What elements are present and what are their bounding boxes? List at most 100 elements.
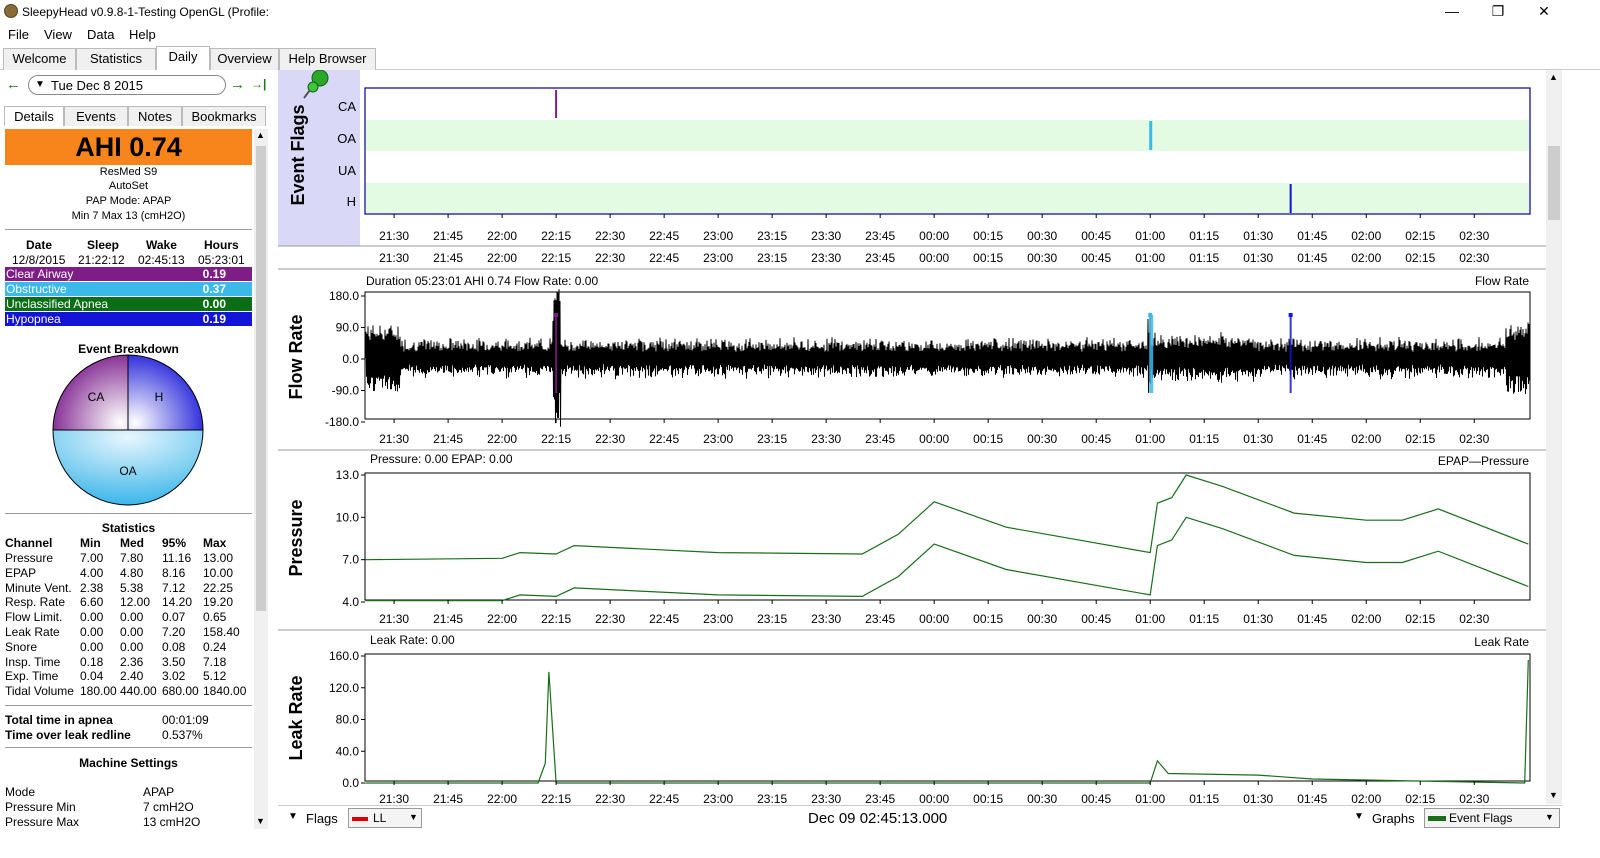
tab-statistics[interactable]: Statistics — [76, 48, 156, 70]
stats-cell: 4.80 — [120, 565, 144, 580]
tab-overview[interactable]: Overview — [210, 48, 279, 70]
stats-cell: 5.38 — [120, 580, 144, 595]
flow-event-cap — [554, 313, 559, 317]
stats-cell: 180.00 — [80, 684, 117, 699]
cursor-timestamp: Dec 09 02:45:13.000 — [808, 810, 948, 827]
time-tick-label: 02:15 — [1405, 229, 1435, 243]
stats-cell: 8.16 — [162, 565, 186, 580]
subtab-events[interactable]: Events — [64, 106, 128, 126]
flag-row-ua: UA — [338, 163, 356, 178]
stats-cell: 5.12 — [203, 669, 227, 684]
time-tick-label: 22:15 — [541, 612, 571, 626]
time-tick-label: 00:45 — [1081, 229, 1111, 243]
line-cursor-select[interactable]: LL ▼ — [348, 808, 422, 828]
flow-event-mark — [1289, 315, 1292, 393]
event-index-row[interactable]: Unclassified Apnea 0.00 — [5, 297, 252, 311]
time-tick-label: 23:30 — [811, 229, 841, 243]
minimize-button[interactable]: — — [1432, 1, 1472, 21]
event-flags-select[interactable]: Event Flags ▼ — [1424, 808, 1560, 828]
flags-time-axis-2: 21:30 21:45 22:00 22:15 22:30 22:45 23:00 23:15… — [379, 251, 1490, 265]
bottom-toolbar: ▼ Flags LL ▼ Dec 09 02:45:13.000 ▼ Graph… — [278, 805, 1562, 831]
session-sleep: 21:22:12 — [78, 253, 125, 267]
date-picker[interactable]: ▼ Tue Dec 8 2015 — [28, 75, 226, 95]
chevron-down-icon: ▼ — [1545, 812, 1554, 822]
time-tick-label: 01:15 — [1189, 229, 1219, 243]
setting-pmax-value: 13 cmH2O — [143, 815, 201, 829]
subtab-details[interactable]: Details — [4, 106, 64, 126]
stats-channel: Resp. Rate — [5, 595, 66, 610]
flags-dropdown-icon[interactable]: ▼ — [288, 811, 298, 822]
stats-cell: 7.00 — [80, 551, 104, 565]
graphs-dropdown-icon[interactable]: ▼ — [1354, 811, 1364, 822]
stats-cell: 7.18 — [203, 654, 227, 669]
flow-event-mark — [1149, 315, 1154, 393]
stats-channel: Tidal Volume — [5, 684, 74, 699]
stats-cell: 0.04 — [80, 669, 104, 684]
stats-cell: 6.60 — [80, 595, 104, 610]
close-button[interactable]: ✕ — [1524, 1, 1564, 21]
flags-button[interactable]: Flags — [306, 811, 338, 826]
flag-mark-ca[interactable] — [555, 90, 558, 118]
time-tick-label: 01:30 — [1243, 432, 1273, 446]
time-tick-label: 23:45 — [865, 612, 895, 626]
graphs-scroll-thumb[interactable] — [1548, 146, 1560, 220]
stats-cell: 14.20 — [162, 595, 193, 610]
setting-pmin-label: Pressure Min — [5, 800, 76, 814]
tab-help-browser[interactable]: Help Browser — [279, 48, 376, 70]
divider — [5, 705, 252, 706]
time-tick-label: 01:00 — [1135, 432, 1165, 446]
session-header-hours: Hours — [204, 238, 239, 252]
time-tick-label: 01:45 — [1297, 251, 1327, 265]
menu-view[interactable]: View — [44, 27, 72, 42]
last-day-arrow-icon[interactable]: →| — [251, 77, 266, 91]
menu-file[interactable]: File — [8, 27, 29, 42]
menu-bar: File View Data Help — [0, 24, 1600, 44]
y-tick-label: 0.0 — [342, 352, 359, 366]
flag-mark-oa[interactable] — [1149, 121, 1153, 150]
flow-time-axis: 21:30 21:45 22:00 22:15 22:30 22:45 23:00 23:15… — [379, 419, 1490, 446]
flag-row-ca: CA — [338, 99, 356, 114]
event-index-row[interactable]: Obstructive 0.37 — [5, 282, 252, 296]
time-tick-label: 02:15 — [1405, 612, 1435, 626]
time-tick-label: 00:30 — [1027, 432, 1057, 446]
details-scroll-thumb[interactable] — [256, 146, 266, 611]
time-tick-label: 22:15 — [541, 792, 571, 804]
flow-ylabel: Flow Rate — [286, 314, 306, 399]
session-header-wake: Wake — [146, 238, 177, 252]
event-value: 0.00 — [202, 297, 226, 311]
stats-cell: 2.38 — [80, 580, 104, 595]
event-index-row[interactable]: Hypopnea 0.19 — [5, 312, 252, 326]
window-title: SleepyHead v0.9.8-1-Testing OpenGL (Prof… — [22, 5, 270, 19]
machine-type: AutoSet — [108, 180, 149, 192]
scroll-down-icon[interactable]: ▼ — [256, 816, 265, 826]
y-tick-label: -90.0 — [332, 384, 360, 398]
event-name: Obstructive — [6, 282, 67, 296]
stats-cell: 3.02 — [162, 669, 186, 684]
next-day-arrow-icon[interactable]: → — [230, 76, 245, 93]
scroll-up-icon[interactable]: ▲ — [256, 130, 265, 140]
tab-welcome[interactable]: Welcome — [3, 48, 76, 70]
scroll-down-icon[interactable]: ▼ — [1549, 790, 1558, 800]
menu-help[interactable]: Help — [129, 27, 156, 42]
graphs-button[interactable]: Graphs — [1372, 811, 1415, 826]
stats-cell: 7.12 — [162, 580, 186, 595]
tab-daily[interactable]: Daily — [156, 46, 210, 71]
subtab-bookmarks[interactable]: Bookmarks — [182, 106, 266, 126]
maximize-button[interactable]: ❐ — [1478, 1, 1518, 21]
leak-redline-label: Time over leak redline — [5, 728, 131, 742]
event-name: Clear Airway — [6, 267, 74, 281]
subtab-notes[interactable]: Notes — [128, 106, 182, 126]
time-tick-label: 23:00 — [703, 229, 733, 243]
flag-mark-h[interactable] — [1289, 184, 1292, 213]
stats-cell: 0.00 — [80, 625, 104, 639]
time-tick-label: 23:45 — [865, 432, 895, 446]
time-tick-label: 00:00 — [919, 251, 949, 265]
stats-cell: 0.07 — [162, 610, 186, 625]
scroll-up-icon[interactable]: ▲ — [1549, 72, 1558, 82]
session-date: 12/8/2015 — [12, 253, 66, 267]
red-swatch-icon — [352, 817, 368, 821]
prev-day-arrow-icon[interactable]: ← — [6, 76, 21, 93]
menu-data[interactable]: Data — [87, 27, 114, 42]
event-index-row[interactable]: Clear Airway 0.19 — [5, 267, 252, 281]
time-tick-label: 02:15 — [1405, 792, 1435, 804]
